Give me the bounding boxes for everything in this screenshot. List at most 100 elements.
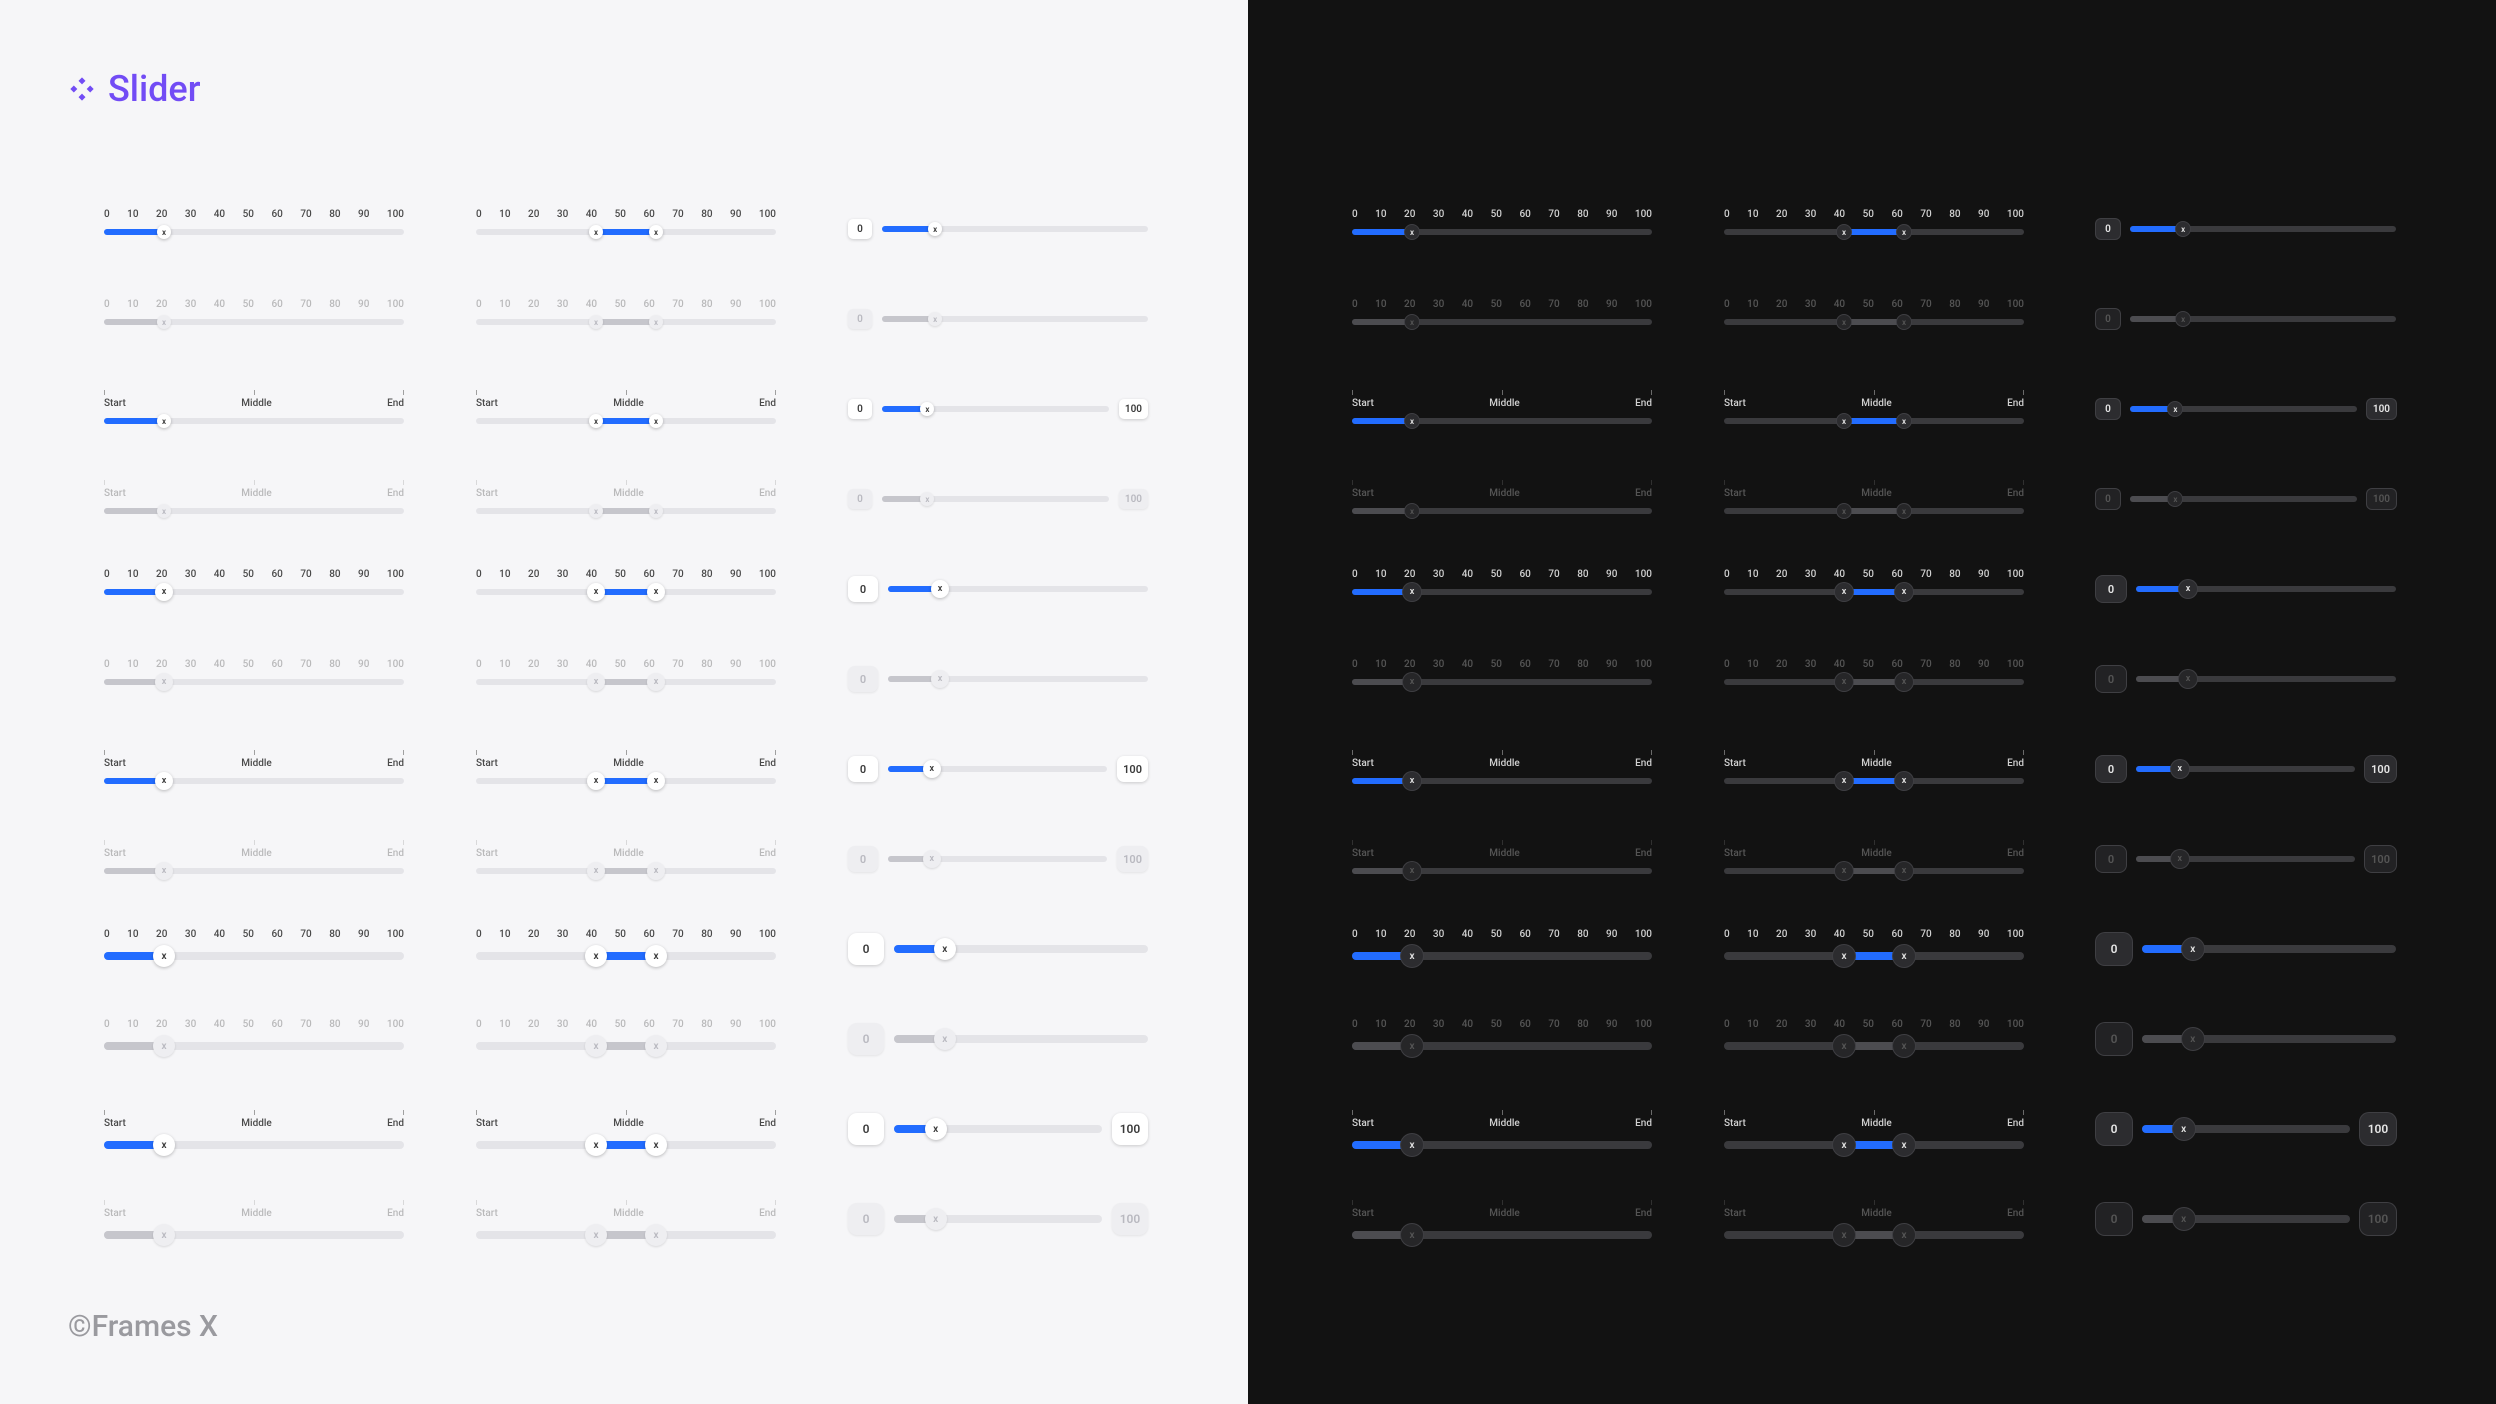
slider-track[interactable]: x x	[476, 1141, 776, 1149]
slider-thumb[interactable]: x	[923, 760, 941, 778]
slider-track[interactable]: x	[2130, 226, 2396, 232]
slider-thumb[interactable]: x	[155, 583, 173, 601]
slider-thumb[interactable]: x	[2168, 402, 2182, 416]
slider-thumb[interactable]: x	[1405, 225, 1419, 239]
slider-thumb[interactable]: x	[1405, 414, 1419, 428]
slider-thumb[interactable]: x	[2171, 760, 2189, 778]
slider-track[interactable]: x	[1352, 1141, 1652, 1149]
slider-track[interactable]: x	[104, 589, 404, 595]
slider-thumb-end[interactable]: x	[1897, 414, 1911, 428]
slider-track[interactable]: x	[2136, 586, 2396, 592]
slider-md-labels-enabled-range: Start Middle End x x	[1724, 750, 2024, 788]
slider-thumb[interactable]: x	[2173, 1118, 2195, 1140]
slider-thumb-start[interactable]: x	[1835, 583, 1853, 601]
slider-track[interactable]: x	[1352, 229, 1652, 235]
slider-track[interactable]: x	[1352, 952, 1652, 960]
slider-thumb-end[interactable]: x	[645, 945, 667, 967]
slider-thumb-start[interactable]: x	[589, 225, 603, 239]
slider-track[interactable]: x	[104, 229, 404, 235]
slider-track[interactable]: x	[104, 778, 404, 784]
slider-track[interactable]: x	[894, 1125, 1102, 1133]
slider-thumb-end[interactable]: x	[1893, 1134, 1915, 1156]
ticklines	[104, 390, 404, 395]
slider-track[interactable]: x x	[1724, 589, 2024, 595]
slider-track[interactable]: x	[894, 945, 1148, 953]
label-end: End	[759, 489, 776, 499]
slider-thumb[interactable]: x	[2179, 580, 2197, 598]
slider-thumb[interactable]: x	[931, 580, 949, 598]
slider-thumb-end[interactable]: x	[649, 414, 663, 428]
slider-thumb[interactable]: x	[157, 414, 171, 428]
slider-thumb[interactable]: x	[1401, 1134, 1423, 1156]
slider-track[interactable]: x x	[476, 418, 776, 424]
slider-thumb-end[interactable]: x	[647, 583, 665, 601]
slider-lg-labels-disabled-boxed: 0 x 100	[2096, 1200, 2396, 1238]
slider-thumb[interactable]: x	[153, 945, 175, 967]
slider-track[interactable]: x x	[1724, 1141, 2024, 1149]
slider-thumb-start[interactable]: x	[587, 583, 605, 601]
slider-track[interactable]: x	[1352, 778, 1652, 784]
slider-thumb-start: x	[1833, 1035, 1855, 1057]
slider-thumb-start[interactable]: x	[585, 1134, 607, 1156]
slider-thumb[interactable]: x	[157, 225, 171, 239]
slider-track[interactable]: x x	[476, 952, 776, 960]
slider-thumb[interactable]: x	[934, 938, 956, 960]
slider-track[interactable]: x	[2142, 1125, 2350, 1133]
slider-thumb-start[interactable]: x	[1837, 225, 1851, 239]
slider-track[interactable]: x x	[476, 229, 776, 235]
slider-thumb-end[interactable]: x	[649, 225, 663, 239]
scale-tick: 90	[358, 1020, 369, 1030]
slider-thumb-end[interactable]: x	[1895, 583, 1913, 601]
slider-track[interactable]: x	[2130, 406, 2357, 412]
label-end: End	[1635, 849, 1652, 859]
slider-thumb-start[interactable]: x	[589, 414, 603, 428]
slider-track[interactable]: x	[888, 766, 1107, 772]
slider-thumb-start[interactable]: x	[1837, 414, 1851, 428]
slider-thumb[interactable]: x	[925, 1118, 947, 1140]
slider-track[interactable]: x	[104, 418, 404, 424]
slider-track[interactable]: x x	[1724, 418, 2024, 424]
slider-thumb[interactable]: x	[155, 772, 173, 790]
slider-thumb-end[interactable]: x	[645, 1134, 667, 1156]
slider-thumb-start[interactable]: x	[1833, 1134, 1855, 1156]
scale-tick: 20	[1776, 1020, 1787, 1030]
slider-md-labels-enabled-boxed: 0 x 100	[848, 750, 1148, 788]
slider-track[interactable]: x	[104, 1141, 404, 1149]
slider-thumb-start[interactable]: x	[1835, 772, 1853, 790]
slider-track[interactable]: x x	[476, 589, 776, 595]
slider-track[interactable]: x	[1352, 589, 1652, 595]
slider-thumb: x	[931, 670, 949, 688]
slider-thumb-end[interactable]: x	[647, 772, 665, 790]
slider-thumb[interactable]: x	[1401, 945, 1423, 967]
slider-track[interactable]: x	[1352, 418, 1652, 424]
slider-track[interactable]: x x	[476, 778, 776, 784]
slider-thumb[interactable]: x	[928, 222, 942, 236]
slider-thumb[interactable]: x	[1403, 772, 1421, 790]
slider-thumb-start[interactable]: x	[585, 945, 607, 967]
scale-tick: 80	[1577, 930, 1588, 940]
slider-track[interactable]: x	[104, 952, 404, 960]
slider-track[interactable]: x x	[1724, 229, 2024, 235]
slider-thumb-start[interactable]: x	[587, 772, 605, 790]
scale-tick: 30	[185, 300, 196, 310]
slider-track[interactable]: x	[2142, 945, 2396, 953]
slider-thumb[interactable]: x	[2176, 222, 2190, 236]
label-middle: Middle	[1489, 1209, 1519, 1219]
slider-thumb[interactable]: x	[920, 402, 934, 416]
slider-track[interactable]: x	[888, 586, 1148, 592]
label-middle: Middle	[1489, 1119, 1519, 1129]
slider-thumb-end[interactable]: x	[1895, 772, 1913, 790]
slider-thumb-end[interactable]: x	[1893, 945, 1915, 967]
scale-tick: 90	[358, 570, 369, 580]
slider-track[interactable]: x x	[1724, 952, 2024, 960]
slider-thumb-end[interactable]: x	[1897, 225, 1911, 239]
scale-tick: 40	[214, 300, 225, 310]
slider-track[interactable]: x x	[1724, 778, 2024, 784]
slider-thumb-start[interactable]: x	[1833, 945, 1855, 967]
slider-track[interactable]: x	[882, 406, 1109, 412]
slider-thumb[interactable]: x	[1403, 583, 1421, 601]
slider-thumb[interactable]: x	[153, 1134, 175, 1156]
slider-track[interactable]: x	[882, 226, 1148, 232]
slider-thumb[interactable]: x	[2182, 938, 2204, 960]
slider-track[interactable]: x	[2136, 766, 2355, 772]
